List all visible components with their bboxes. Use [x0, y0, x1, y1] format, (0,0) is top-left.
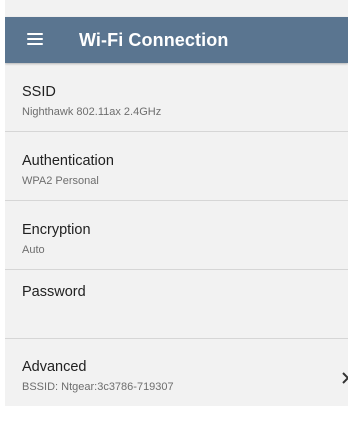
ssid-value: Nighthawk 802.11ax 2.4GHz [22, 106, 162, 118]
app-bar: Wi-Fi Connection [5, 17, 348, 63]
ssid-label: SSID [22, 84, 56, 100]
hamburger-menu-icon[interactable] [27, 33, 43, 45]
wifi-connection-screen: Wi-Fi Connection SSID Nighthawk 802.11ax… [5, 0, 348, 406]
settings-list: SSID Nighthawk 802.11ax 2.4GHz Authentic… [5, 63, 348, 406]
bssid-value: BSSID: Ntgear:3c3786-719307 [22, 381, 174, 393]
authentication-label: Authentication [22, 153, 114, 169]
encryption-label: Encryption [22, 222, 91, 238]
page-title: Wi-Fi Connection [79, 30, 229, 50]
ssid-row[interactable]: SSID Nighthawk 802.11ax 2.4GHz [5, 63, 348, 132]
advanced-row[interactable]: Advanced BSSID: Ntgear:3c3786-719307 [5, 339, 348, 406]
encryption-value: Auto [22, 244, 45, 256]
encryption-row[interactable]: Encryption Auto [5, 201, 348, 270]
authentication-row[interactable]: Authentication WPA2 Personal [5, 132, 348, 201]
password-row[interactable]: Password [5, 270, 348, 339]
advanced-label: Advanced [22, 359, 87, 375]
password-label: Password [22, 284, 86, 300]
chevron-right-icon[interactable] [341, 372, 348, 384]
authentication-value: WPA2 Personal [22, 175, 99, 187]
